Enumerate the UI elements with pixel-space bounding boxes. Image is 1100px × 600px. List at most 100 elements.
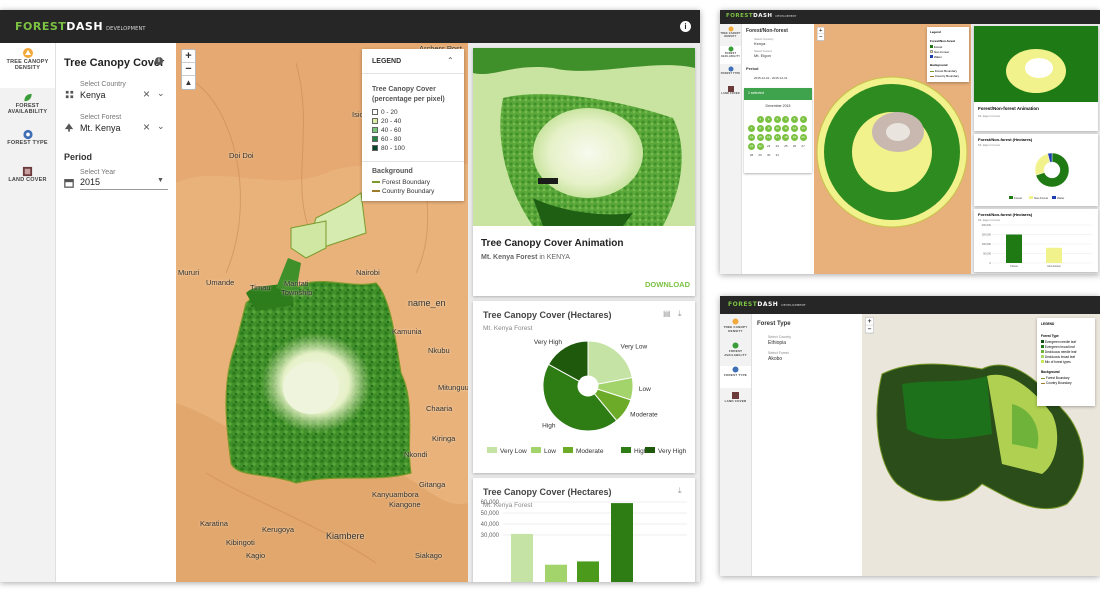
calendar-day[interactable]: 9 [765, 125, 773, 132]
calendar-day[interactable]: 16 [765, 134, 773, 141]
calendar-day[interactable]: 8 [756, 125, 764, 132]
map-view[interactable]: + − LEGEND Forest Type Evergreen needle … [862, 314, 1100, 576]
calendar-day[interactable]: 23 [765, 143, 772, 150]
donut-legend-label[interactable]: Forest [1014, 196, 1022, 200]
donut-legend-label[interactable]: Very Low [500, 448, 527, 455]
calendar-day[interactable]: 13 [799, 125, 807, 132]
country-clear-icon[interactable]: × [143, 87, 150, 101]
country-select[interactable]: Kenya [754, 41, 765, 46]
nav-tree-canopy-density[interactable]: TREE CANOPY DENSITY [0, 43, 55, 88]
panel-info-icon[interactable]: i [155, 57, 163, 65]
legend-collapse-icon[interactable]: ⌃ [447, 56, 454, 65]
country-label: Select Country [80, 81, 126, 88]
calendar-day[interactable]: 19 [791, 134, 798, 141]
calendar-day[interactable]: 25 [782, 143, 789, 150]
compass-icon[interactable]: ▲ [182, 76, 195, 89]
calendar-day[interactable]: 4 [782, 116, 790, 123]
zoom-out-button[interactable]: − [182, 63, 195, 76]
calendar-day[interactable]: 30 [765, 152, 772, 159]
calendar-day[interactable]: 22 [756, 143, 764, 150]
calendar-day[interactable]: 3 [773, 116, 781, 123]
calendar-day[interactable]: 6 [799, 116, 807, 123]
calendar-day[interactable]: 17 [773, 134, 781, 141]
country-chevron-down-icon[interactable]: ⌄ [157, 88, 165, 99]
info-icon[interactable]: i [680, 21, 691, 32]
calendar-day[interactable]: 7 [748, 125, 755, 132]
calendar-day[interactable]: 11 [782, 125, 790, 132]
zoom-in-button[interactable]: + [865, 318, 874, 326]
nav-land-cover[interactable]: LAND COVER [0, 163, 55, 199]
forest-select[interactable]: Akobo [768, 356, 782, 362]
app-logo[interactable]: FORESTDASH DEVELOPMENT [726, 13, 796, 19]
forest-select[interactable]: Mt. Kenya [80, 123, 121, 133]
calendar-day[interactable]: 20 [799, 134, 807, 141]
calendar-day[interactable]: 10 [773, 125, 781, 132]
calendar-day[interactable]: 27 [800, 143, 807, 150]
forest-chevron-down-icon[interactable]: ⌄ [157, 121, 165, 132]
nav-forest-availability[interactable]: FOREST AVAILABILITY [0, 89, 55, 125]
calendar-day[interactable]: 12 [791, 125, 798, 132]
animation-preview[interactable] [974, 26, 1098, 102]
nav-forest-availability[interactable]: FOREST AVAILABILITY [720, 342, 751, 364]
calendar-day[interactable]: 28 [748, 152, 755, 159]
donut-legend-swatch[interactable] [1029, 196, 1033, 199]
nav-land-cover[interactable]: LAND COVER [720, 86, 741, 104]
donut-legend-label[interactable]: Water [1057, 196, 1064, 200]
donut-legend-label[interactable]: Non-Forest [1034, 196, 1048, 200]
legend-forest-boundary: Forest Boundary [1041, 376, 1069, 380]
calendar-day[interactable]: 26 [791, 143, 798, 150]
app-logo[interactable]: FORESTDASH DEVELOPMENT [728, 301, 806, 308]
forest-select[interactable]: Mt. Elgon [754, 53, 771, 58]
calendar-day[interactable]: 14 [748, 134, 755, 141]
nav-tree-canopy-density[interactable]: TREE CANOPY DENSITY [720, 26, 741, 44]
nav-forest-type[interactable]: FOREST TYPE [0, 126, 55, 162]
nav-tree-canopy-density[interactable]: TREE CANOPY DENSITY [720, 318, 751, 340]
bar[interactable] [1046, 247, 1062, 263]
bar[interactable] [545, 564, 567, 582]
bar[interactable] [611, 503, 633, 582]
calendar-day[interactable]: 24 [774, 143, 781, 150]
animation-preview[interactable] [473, 48, 695, 226]
nav-forest-type[interactable]: FOREST TYPE [720, 66, 741, 84]
donut-legend-swatch[interactable] [621, 447, 631, 453]
calendar-day[interactable]: 31 [774, 152, 781, 159]
map-view[interactable]: Archers Post Isiolo Doi Doi Mururi Umand… [176, 43, 468, 582]
nav-forest-availability[interactable]: FOREST AVAILABILITY [720, 46, 741, 64]
zoom-out-button[interactable]: − [817, 34, 824, 41]
nav-land-cover[interactable]: LAND COVER [720, 392, 751, 414]
year-select[interactable]: 2015 [80, 177, 168, 190]
country-select[interactable]: Ethiopia [768, 340, 786, 346]
calendar-day[interactable]: 15 [756, 134, 764, 141]
donut-legend-label[interactable]: Moderate [576, 448, 604, 455]
donut-legend-swatch[interactable] [487, 447, 497, 453]
donut-legend-label[interactable]: Low [544, 448, 556, 455]
calendar-day[interactable]: 2 [765, 116, 773, 123]
calendar-day[interactable]: 18 [782, 134, 790, 141]
period-input[interactable]: 2015-12-01 - 2015-12-31 [754, 76, 787, 80]
donut-legend-swatch[interactable] [1052, 196, 1056, 199]
donut-legend-label[interactable]: Very High [658, 448, 687, 455]
nav-forest-type[interactable]: FOREST TYPE [720, 366, 751, 388]
calendar-day[interactable]: 29 [757, 152, 764, 159]
year-dropdown-icon[interactable]: ▼ [157, 177, 164, 184]
calendar-day[interactable]: 1 [756, 116, 764, 123]
donut-slice[interactable] [1034, 153, 1051, 176]
donut-legend-swatch[interactable] [531, 447, 541, 453]
zoom-in-button[interactable]: + [182, 50, 195, 63]
country-select[interactable]: Kenya [80, 90, 106, 100]
bar[interactable] [511, 533, 533, 582]
donut-legend-swatch[interactable] [645, 447, 655, 453]
donut-legend-swatch[interactable] [1009, 196, 1013, 199]
forest-clear-icon[interactable]: × [143, 120, 150, 134]
bar-x-label: Forest [1010, 264, 1018, 268]
filter-panel: Forest Type Select Country Ethiopia Sele… [752, 314, 862, 576]
zoom-out-button[interactable]: − [865, 325, 874, 334]
app-logo[interactable]: FORESTDASH DEVELOPMENT [15, 20, 146, 33]
bar[interactable] [1006, 234, 1022, 264]
download-button[interactable]: DOWNLOAD [645, 280, 690, 289]
calendar-day[interactable]: 21 [748, 143, 755, 150]
map-view[interactable]: + − Legend Forest/Non-forest Forest Non-… [814, 24, 971, 274]
calendar-day[interactable]: 5 [791, 116, 798, 123]
bar[interactable] [577, 561, 599, 582]
donut-legend-swatch[interactable] [563, 447, 573, 453]
